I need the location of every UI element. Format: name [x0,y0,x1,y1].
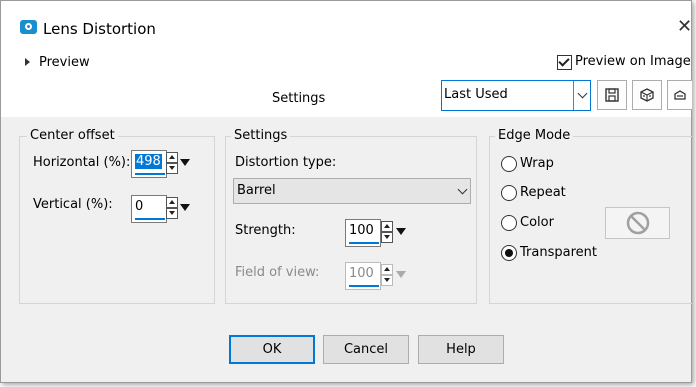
chevron-down-icon[interactable] [454,179,470,203]
ok-button[interactable]: OK [229,335,315,364]
cancel-button[interactable]: Cancel [323,335,409,364]
horizontal-input[interactable]: 498 [131,150,167,178]
field-of-view-slider [349,285,379,287]
field-of-view-label: Field of view: [235,265,320,280]
vertical-dropdown-icon[interactable] [180,204,190,211]
preview-on-image-label[interactable]: Preview on Image [575,54,691,69]
strength-spin-up[interactable] [381,221,393,232]
field-of-view-dropdown-icon [396,271,406,278]
cancel-button-label: Cancel [343,342,389,357]
help-button[interactable]: Help [418,335,504,364]
settings-group-label: Settings [231,128,291,143]
edge-mode-repeat-radio[interactable] [501,185,517,201]
settings-bar: Settings Last Used [1,80,692,117]
reset-button[interactable] [667,80,692,110]
edge-mode-transparent-label[interactable]: Transparent [520,245,597,260]
strength-slider[interactable] [349,242,379,244]
strength-label: Strength: [235,223,296,238]
color-swatch-button [605,207,670,239]
horizontal-slider[interactable] [135,173,165,175]
ok-button-label: OK [262,342,282,357]
field-of-view-input: 100 [345,262,381,290]
vertical-spin-down[interactable] [166,208,178,219]
strength-dropdown-icon[interactable] [396,228,406,235]
reset-icon [674,90,686,100]
distortion-type-label: Distortion type: [235,155,337,170]
distortion-type-select[interactable]: Barrel [233,178,471,204]
field-of-view-spin-down [381,275,393,286]
horizontal-spin-down[interactable] [166,163,178,174]
no-color-icon [626,211,649,235]
save-preset-button[interactable] [597,80,627,110]
title-bar: Lens Distortion ✕ [1,1,692,43]
strength-spin-down[interactable] [381,232,393,243]
chevron-down-icon[interactable] [573,81,590,110]
horizontal-label: Horizontal (%): [33,155,131,170]
vertical-input[interactable]: 0 [131,195,167,223]
edge-mode-group-label: Edge Mode [495,128,574,143]
camera-icon [20,20,37,34]
edge-mode-color-radio[interactable] [501,215,517,231]
preview-row: Preview Preview on Image [1,43,691,83]
close-icon[interactable]: ✕ [677,16,692,37]
vertical-label: Vertical (%): [33,197,113,212]
vertical-spin-up[interactable] [166,197,178,208]
expand-triangle-icon[interactable] [25,58,30,66]
horizontal-value: 498 [135,154,162,169]
distortion-type-value: Barrel [237,183,276,198]
edge-mode-transparent-radio[interactable] [501,245,517,261]
edge-mode-color-label[interactable]: Color [520,215,554,230]
edge-mode-wrap-label[interactable]: Wrap [520,156,554,171]
randomize-button[interactable] [632,80,662,110]
horizontal-spin-up[interactable] [166,152,178,163]
randomize-icon [640,88,654,102]
settings-bar-label: Settings [272,91,326,106]
edge-mode-wrap-radio[interactable] [501,156,517,172]
horizontal-dropdown-icon[interactable] [180,159,190,166]
preset-value: Last Used [444,87,508,102]
preview-on-image-checkbox[interactable] [557,55,572,70]
strength-input[interactable]: 100 [345,219,381,247]
save-icon [605,88,619,102]
help-button-label: Help [446,342,476,357]
lens-distortion-dialog: Lens Distortion ✕ Preview Preview on Ima… [0,0,692,383]
strength-value: 100 [349,223,374,238]
center-offset-group-label: Center offset [27,128,118,143]
window-title: Lens Distortion [43,20,156,38]
field-of-view-spin-up [381,264,393,275]
field-of-view-value: 100 [349,266,374,281]
edge-mode-repeat-label[interactable]: Repeat [520,185,566,200]
preview-expander-label[interactable]: Preview [39,55,90,70]
preset-combo[interactable]: Last Used [441,80,591,111]
vertical-slider[interactable] [135,218,165,220]
vertical-value: 0 [135,199,144,214]
